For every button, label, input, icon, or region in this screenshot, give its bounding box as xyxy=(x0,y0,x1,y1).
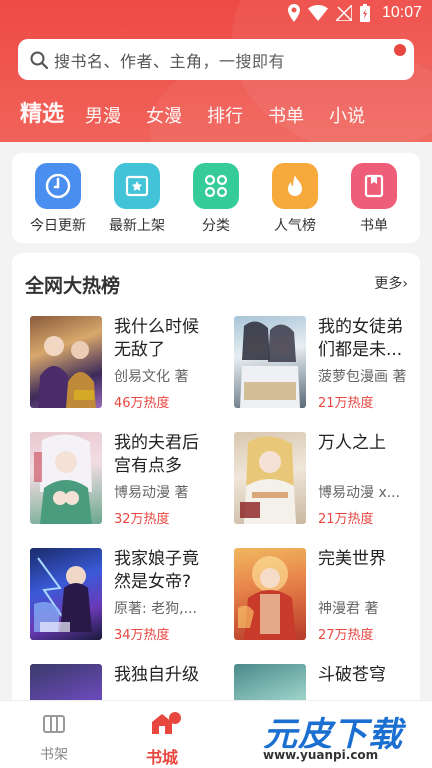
book-card[interactable]: 完美世界 神漫君 著 27万热度 xyxy=(234,548,420,648)
book-title: 我家娘子竟然是女帝? xyxy=(114,549,199,592)
book-author: 博易动漫 著 xyxy=(114,485,189,501)
book-cover xyxy=(234,432,306,524)
status-time: 10:07 xyxy=(381,4,422,21)
tab-female-comics[interactable]: 女漫 xyxy=(146,102,182,128)
watermark-logo: 元皮下载 www.yuanpi.com xyxy=(253,707,423,765)
book-title: 我的女徒弟们都是未... xyxy=(318,317,403,360)
flame-icon xyxy=(272,163,318,209)
search-icon xyxy=(30,51,48,69)
tab-ranking[interactable]: 排行 xyxy=(207,102,243,128)
book-card[interactable]: 我什么时候无敌了 创易文化 著 46万热度 xyxy=(30,316,220,416)
chevron-right-icon: › xyxy=(402,276,408,292)
nav-categories[interactable]: 分类 xyxy=(181,163,251,235)
nav-booklist[interactable]: 书单 xyxy=(339,163,409,235)
star-box-icon xyxy=(114,163,160,209)
book-card[interactable]: 万人之上 博易动漫 x... 21万热度 xyxy=(234,432,420,532)
nav-new-arrivals[interactable]: 最新上架 xyxy=(102,163,172,235)
tab-label: 书架 xyxy=(40,747,68,763)
watermark-url: www.yuanpi.com xyxy=(263,748,379,762)
tab-featured[interactable]: 精选 xyxy=(20,96,64,128)
nav-label: 书单 xyxy=(360,218,388,234)
bookmark-book-icon xyxy=(351,163,397,209)
tab-booklist[interactable]: 书单 xyxy=(268,102,304,128)
book-card[interactable]: 我的女徒弟们都是未... 菠萝包漫画 著 21万热度 xyxy=(234,316,420,416)
book-title: 斗破苍穹 xyxy=(318,665,386,685)
category-tabs: 精选 男漫 女漫 排行 书单 小说 xyxy=(20,96,390,128)
nav-label: 今日更新 xyxy=(30,218,86,234)
grid-icon xyxy=(193,163,239,209)
nav-today-update[interactable]: 今日更新 xyxy=(23,163,93,235)
section-title: 全网大热榜 xyxy=(25,275,121,297)
nav-label: 人气榜 xyxy=(274,218,316,234)
notification-dot xyxy=(394,44,406,56)
book-heat: 32万热度 xyxy=(114,512,170,527)
book-author: 神漫君 著 xyxy=(318,601,379,617)
book-author: 创易文化 著 xyxy=(114,369,189,385)
book-card[interactable]: 我家娘子竟然是女帝? 原著: 老狗,... 34万热度 xyxy=(30,548,220,648)
book-heat: 34万热度 xyxy=(114,628,170,643)
book-title: 我什么时候无敌了 xyxy=(114,317,199,360)
clock-icon xyxy=(35,163,81,209)
bookshelf-icon xyxy=(43,715,65,733)
search-placeholder: 搜书名、作者、主角，一搜即有 xyxy=(54,51,286,71)
hot-ranking-section: 全网大热榜 更多› 我什么时候无敌了 创易文化 著 46万热度 我的女徒弟们都是… xyxy=(12,253,420,713)
book-title: 我的夫君后宫有点多 xyxy=(114,433,199,476)
book-author: 博易动漫 x... xyxy=(318,485,401,501)
book-card[interactable]: 我的夫君后宫有点多 博易动漫 著 32万热度 xyxy=(30,432,220,532)
tab-male-comics[interactable]: 男漫 xyxy=(85,102,121,128)
status-bar: 10:07 xyxy=(0,0,432,30)
book-title: 我独自升级 xyxy=(114,665,199,685)
tab-label: 书城 xyxy=(145,748,178,767)
book-cover xyxy=(30,432,102,524)
book-cover xyxy=(234,316,306,408)
more-link[interactable]: 更多› xyxy=(374,273,408,293)
book-heat: 46万热度 xyxy=(114,396,170,411)
notification-dot xyxy=(169,712,181,724)
wifi-icon xyxy=(307,5,328,21)
nav-label: 分类 xyxy=(202,218,230,234)
no-signal-icon xyxy=(335,5,352,21)
book-cover xyxy=(30,548,102,640)
tab-bookstore[interactable]: 书城 xyxy=(127,711,197,768)
tab-bookshelf[interactable]: 书架 xyxy=(19,711,89,764)
search-bar[interactable]: 搜书名、作者、主角，一搜即有 xyxy=(18,39,414,80)
more-label: 更多 xyxy=(374,276,403,292)
book-title: 万人之上 xyxy=(318,433,386,453)
tab-novel[interactable]: 小说 xyxy=(329,102,365,128)
location-icon xyxy=(287,4,300,22)
book-heat: 21万热度 xyxy=(318,396,374,411)
book-title: 完美世界 xyxy=(318,549,386,569)
book-cover xyxy=(234,548,306,640)
book-heat: 21万热度 xyxy=(318,512,374,527)
book-cover xyxy=(30,316,102,408)
book-author: 菠萝包漫画 著 xyxy=(318,369,407,385)
quick-nav: 今日更新 最新上架 分类 人气榜 书单 xyxy=(12,153,420,243)
header-banner: 10:07 搜书名、作者、主角，一搜即有 精选 男漫 女漫 排行 书单 小说 xyxy=(0,0,432,142)
nav-label: 最新上架 xyxy=(109,218,165,234)
book-heat: 27万热度 xyxy=(318,628,374,643)
book-author: 原著: 老狗,... xyxy=(114,601,197,617)
battery-charging-icon xyxy=(359,4,370,22)
nav-popularity[interactable]: 人气榜 xyxy=(260,163,330,235)
